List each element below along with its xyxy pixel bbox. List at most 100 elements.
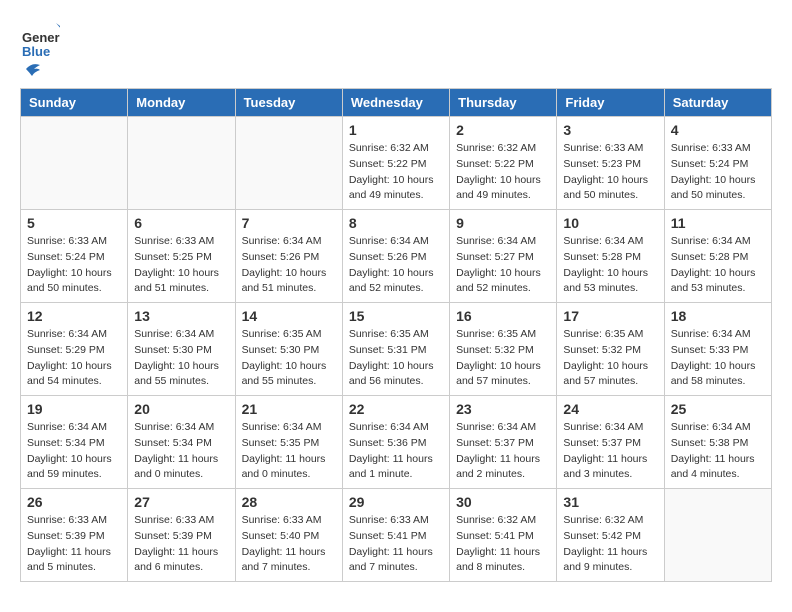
day-cell: 27 Sunrise: 6:33 AMSunset: 5:39 PMDayligh… bbox=[128, 489, 235, 582]
day-number: 1 bbox=[349, 122, 443, 138]
day-number: 24 bbox=[563, 401, 657, 417]
day-info: Sunrise: 6:34 AMSunset: 5:29 PMDaylight:… bbox=[27, 327, 121, 390]
day-info: Sunrise: 6:34 AMSunset: 5:26 PMDaylight:… bbox=[242, 234, 336, 297]
day-info: Sunrise: 6:33 AMSunset: 5:41 PMDaylight:… bbox=[349, 513, 443, 576]
day-number: 12 bbox=[27, 308, 121, 324]
day-cell bbox=[128, 117, 235, 210]
day-info: Sunrise: 6:35 AMSunset: 5:31 PMDaylight:… bbox=[349, 327, 443, 390]
weekday-header-monday: Monday bbox=[128, 89, 235, 117]
day-info: Sunrise: 6:34 AMSunset: 5:37 PMDaylight:… bbox=[563, 420, 657, 483]
day-number: 10 bbox=[563, 215, 657, 231]
weekday-header-tuesday: Tuesday bbox=[235, 89, 342, 117]
day-info: Sunrise: 6:35 AMSunset: 5:32 PMDaylight:… bbox=[563, 327, 657, 390]
day-info: Sunrise: 6:34 AMSunset: 5:33 PMDaylight:… bbox=[671, 327, 765, 390]
day-cell bbox=[21, 117, 128, 210]
day-info: Sunrise: 6:34 AMSunset: 5:35 PMDaylight:… bbox=[242, 420, 336, 483]
day-number: 4 bbox=[671, 122, 765, 138]
day-info: Sunrise: 6:34 AMSunset: 5:38 PMDaylight:… bbox=[671, 420, 765, 483]
day-info: Sunrise: 6:34 AMSunset: 5:34 PMDaylight:… bbox=[27, 420, 121, 483]
day-info: Sunrise: 6:35 AMSunset: 5:32 PMDaylight:… bbox=[456, 327, 550, 390]
day-number: 21 bbox=[242, 401, 336, 417]
day-cell: 28 Sunrise: 6:33 AMSunset: 5:40 PMDayligh… bbox=[235, 489, 342, 582]
day-cell: 2Sunrise: 6:32 AMSunset: 5:22 PMDaylight… bbox=[450, 117, 557, 210]
day-cell: 9 Sunrise: 6:34 AMSunset: 5:27 PMDaylight… bbox=[450, 210, 557, 303]
week-row-4: 19 Sunrise: 6:34 AMSunset: 5:34 PMDayligh… bbox=[21, 396, 772, 489]
day-number: 28 bbox=[242, 494, 336, 510]
day-cell: 4 Sunrise: 6:33 AMSunset: 5:24 PMDaylight… bbox=[664, 117, 771, 210]
week-row-5: 26Sunrise: 6:33 AMSunset: 5:39 PMDayligh… bbox=[21, 489, 772, 582]
weekday-header-thursday: Thursday bbox=[450, 89, 557, 117]
weekday-header-sunday: Sunday bbox=[21, 89, 128, 117]
day-cell: 17 Sunrise: 6:35 AMSunset: 5:32 PMDayligh… bbox=[557, 303, 664, 396]
day-cell: 7 Sunrise: 6:34 AMSunset: 5:26 PMDaylight… bbox=[235, 210, 342, 303]
day-info: Sunrise: 6:33 AMSunset: 5:24 PMDaylight:… bbox=[671, 141, 765, 204]
weekday-header-friday: Friday bbox=[557, 89, 664, 117]
day-cell: 15 Sunrise: 6:35 AMSunset: 5:31 PMDayligh… bbox=[342, 303, 449, 396]
day-number: 7 bbox=[242, 215, 336, 231]
day-cell: 10 Sunrise: 6:34 AMSunset: 5:28 PMDayligh… bbox=[557, 210, 664, 303]
day-number: 22 bbox=[349, 401, 443, 417]
calendar: SundayMondayTuesdayWednesdayThursdayFrid… bbox=[20, 88, 772, 582]
svg-text:General: General bbox=[22, 30, 60, 45]
day-number: 20 bbox=[134, 401, 228, 417]
day-cell: 29 Sunrise: 6:33 AMSunset: 5:41 PMDayligh… bbox=[342, 489, 449, 582]
day-number: 3 bbox=[563, 122, 657, 138]
day-number: 17 bbox=[563, 308, 657, 324]
day-cell: 5Sunrise: 6:33 AMSunset: 5:24 PMDaylight… bbox=[21, 210, 128, 303]
logo-icon: General Blue bbox=[20, 20, 60, 60]
day-info: Sunrise: 6:32 AMSunset: 5:41 PMDaylight:… bbox=[456, 513, 550, 576]
logo-bird-icon bbox=[24, 60, 42, 78]
day-number: 11 bbox=[671, 215, 765, 231]
day-info: Sunrise: 6:34 AMSunset: 5:26 PMDaylight:… bbox=[349, 234, 443, 297]
day-info: Sunrise: 6:34 AMSunset: 5:28 PMDaylight:… bbox=[563, 234, 657, 297]
day-cell: 16 Sunrise: 6:35 AMSunset: 5:32 PMDayligh… bbox=[450, 303, 557, 396]
day-number: 9 bbox=[456, 215, 550, 231]
day-number: 15 bbox=[349, 308, 443, 324]
day-info: Sunrise: 6:33 AMSunset: 5:23 PMDaylight:… bbox=[563, 141, 657, 204]
day-info: Sunrise: 6:33 AMSunset: 5:40 PMDaylight:… bbox=[242, 513, 336, 576]
day-number: 5 bbox=[27, 215, 121, 231]
day-info: Sunrise: 6:34 AMSunset: 5:30 PMDaylight:… bbox=[134, 327, 228, 390]
week-row-2: 5Sunrise: 6:33 AMSunset: 5:24 PMDaylight… bbox=[21, 210, 772, 303]
day-cell: 23Sunrise: 6:34 AMSunset: 5:37 PMDayligh… bbox=[450, 396, 557, 489]
svg-text:Blue: Blue bbox=[22, 44, 50, 59]
day-number: 25 bbox=[671, 401, 765, 417]
day-number: 8 bbox=[349, 215, 443, 231]
day-cell: 6 Sunrise: 6:33 AMSunset: 5:25 PMDaylight… bbox=[128, 210, 235, 303]
day-info: Sunrise: 6:32 AMSunset: 5:22 PMDaylight:… bbox=[349, 141, 443, 204]
day-number: 6 bbox=[134, 215, 228, 231]
week-row-3: 12 Sunrise: 6:34 AMSunset: 5:29 PMDayligh… bbox=[21, 303, 772, 396]
day-info: Sunrise: 6:34 AMSunset: 5:34 PMDaylight:… bbox=[134, 420, 228, 483]
day-cell: 19 Sunrise: 6:34 AMSunset: 5:34 PMDayligh… bbox=[21, 396, 128, 489]
day-number: 16 bbox=[456, 308, 550, 324]
day-cell: 22 Sunrise: 6:34 AMSunset: 5:36 PMDayligh… bbox=[342, 396, 449, 489]
day-cell: 30 Sunrise: 6:32 AMSunset: 5:41 PMDayligh… bbox=[450, 489, 557, 582]
day-cell bbox=[235, 117, 342, 210]
day-number: 29 bbox=[349, 494, 443, 510]
day-cell: 13 Sunrise: 6:34 AMSunset: 5:30 PMDayligh… bbox=[128, 303, 235, 396]
week-row-1: 1 Sunrise: 6:32 AMSunset: 5:22 PMDaylight… bbox=[21, 117, 772, 210]
day-number: 27 bbox=[134, 494, 228, 510]
day-info: Sunrise: 6:34 AMSunset: 5:27 PMDaylight:… bbox=[456, 234, 550, 297]
day-cell: 1 Sunrise: 6:32 AMSunset: 5:22 PMDaylight… bbox=[342, 117, 449, 210]
day-number: 23 bbox=[456, 401, 550, 417]
page-header: General Blue bbox=[20, 20, 772, 78]
day-cell: 25 Sunrise: 6:34 AMSunset: 5:38 PMDayligh… bbox=[664, 396, 771, 489]
day-info: Sunrise: 6:32 AMSunset: 5:42 PMDaylight:… bbox=[563, 513, 657, 576]
day-cell: 26Sunrise: 6:33 AMSunset: 5:39 PMDayligh… bbox=[21, 489, 128, 582]
day-cell: 14Sunrise: 6:35 AMSunset: 5:30 PMDayligh… bbox=[235, 303, 342, 396]
day-info: Sunrise: 6:34 AMSunset: 5:28 PMDaylight:… bbox=[671, 234, 765, 297]
weekday-header-saturday: Saturday bbox=[664, 89, 771, 117]
weekday-header-row: SundayMondayTuesdayWednesdayThursdayFrid… bbox=[21, 89, 772, 117]
day-cell: 20 Sunrise: 6:34 AMSunset: 5:34 PMDayligh… bbox=[128, 396, 235, 489]
day-info: Sunrise: 6:33 AMSunset: 5:25 PMDaylight:… bbox=[134, 234, 228, 297]
day-number: 30 bbox=[456, 494, 550, 510]
day-cell: 24 Sunrise: 6:34 AMSunset: 5:37 PMDayligh… bbox=[557, 396, 664, 489]
day-number: 14 bbox=[242, 308, 336, 324]
day-number: 19 bbox=[27, 401, 121, 417]
day-info: Sunrise: 6:32 AMSunset: 5:22 PMDaylight:… bbox=[456, 141, 550, 204]
day-info: Sunrise: 6:34 AMSunset: 5:36 PMDaylight:… bbox=[349, 420, 443, 483]
day-info: Sunrise: 6:33 AMSunset: 5:39 PMDaylight:… bbox=[134, 513, 228, 576]
day-cell: 11 Sunrise: 6:34 AMSunset: 5:28 PMDayligh… bbox=[664, 210, 771, 303]
day-number: 13 bbox=[134, 308, 228, 324]
